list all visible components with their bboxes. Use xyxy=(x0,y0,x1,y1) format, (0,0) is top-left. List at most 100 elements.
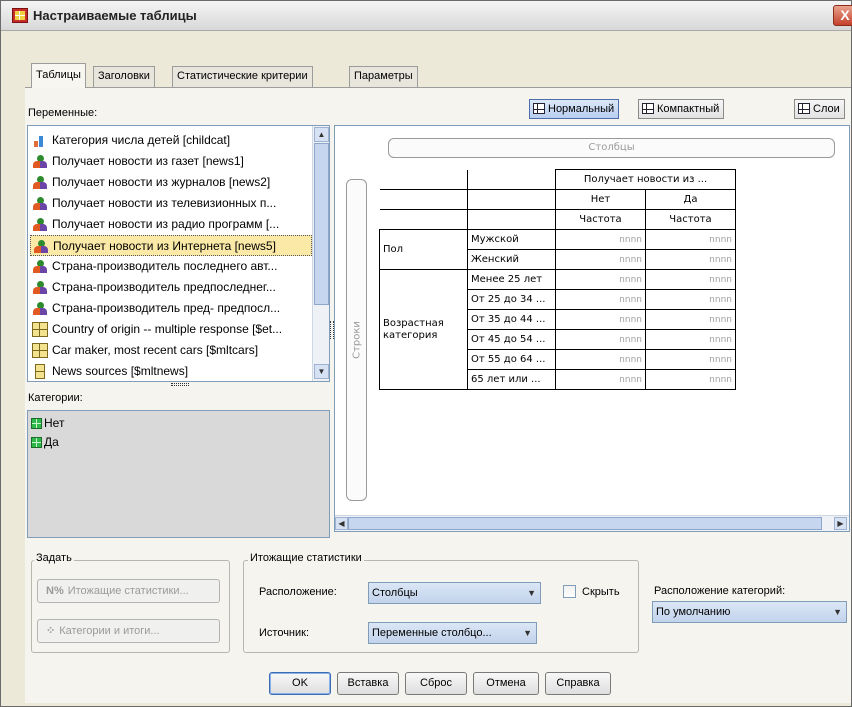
variable-item[interactable]: Страна-производитель пред- предпосл... xyxy=(30,298,312,319)
help-button[interactable]: Справка xyxy=(545,672,611,695)
categories-totals-icon: ⁘ xyxy=(46,625,56,637)
row-variable-header[interactable]: Возрастная категория xyxy=(379,269,468,390)
variable-label: Country of origin -- multiple response [… xyxy=(52,322,283,336)
table-cell: nnnn xyxy=(555,309,646,330)
hide-checkbox[interactable] xyxy=(563,585,576,598)
source-value: Переменные столбцо... xyxy=(372,627,492,639)
row-category-header[interactable]: От 45 до 54 ... xyxy=(467,329,556,350)
tab-tables[interactable]: Таблицы xyxy=(31,63,86,88)
summary-statistics-label: Итожащие статистики... xyxy=(67,585,189,597)
statistic-header[interactable]: Частота xyxy=(555,209,646,230)
tab-titles[interactable]: Заголовки xyxy=(93,66,155,87)
variable-item[interactable]: Car maker, most recent cars [$mltcars] xyxy=(30,340,312,361)
position-dropdown[interactable]: Столбцы ▼ xyxy=(368,582,541,604)
window-title: Настраиваемые таблицы xyxy=(33,8,197,23)
variables-label: Переменные: xyxy=(28,107,98,119)
source-dropdown[interactable]: Переменные столбцо... ▼ xyxy=(368,622,537,644)
scroll-thumb[interactable] xyxy=(314,143,329,305)
scroll-right-icon[interactable]: ▶ xyxy=(834,517,847,530)
rows-drop-zone[interactable]: Строки xyxy=(346,179,367,501)
table-corner xyxy=(467,209,556,230)
variable-label: Страна-производитель предпоследнег... xyxy=(52,280,276,294)
multiple-response-icon xyxy=(32,322,48,337)
variables-list[interactable]: Категория числа детей [childcat] Получае… xyxy=(27,125,330,382)
scroll-left-icon[interactable]: ◀ xyxy=(335,517,348,530)
category-label: Нет xyxy=(44,416,65,430)
scroll-thumb[interactable] xyxy=(348,517,822,530)
variable-item[interactable]: Получает новости из телевизионных п... xyxy=(30,193,312,214)
categories-label: Категории: xyxy=(28,392,83,404)
columns-drop-zone[interactable]: Столбцы xyxy=(388,138,835,158)
normal-view-button[interactable]: Нормальный xyxy=(529,99,620,119)
category-item[interactable]: Да xyxy=(29,433,328,452)
row-category-header[interactable]: От 25 до 34 ... xyxy=(467,289,556,310)
row-category-header[interactable]: От 55 до 64 ... xyxy=(467,349,556,370)
variable-item[interactable]: Получает новости из газет [news1] xyxy=(30,151,312,172)
variable-item[interactable]: Country of origin -- multiple response [… xyxy=(30,319,312,340)
category-item[interactable]: Нет xyxy=(29,414,328,433)
table-cell: nnnn xyxy=(645,269,736,290)
categories-totals-label: Категории и итоги... xyxy=(59,625,160,637)
category-position-label: Расположение категорий: xyxy=(654,585,786,597)
nominal-person-icon xyxy=(32,154,48,169)
category-position-dropdown[interactable]: По умолчанию ▼ xyxy=(652,601,847,623)
column-variable-header[interactable]: Получает новости из ... xyxy=(555,169,736,190)
categories-totals-button[interactable]: ⁘ Категории и итоги... xyxy=(37,619,220,643)
variable-label: Получает новости из радио программ [... xyxy=(52,217,280,231)
summary-statistics-button[interactable]: N% Итожащие статистики... xyxy=(37,579,220,603)
paste-button[interactable]: Вставка xyxy=(337,672,399,695)
row-category-header[interactable]: Женский xyxy=(467,249,556,270)
table-corner xyxy=(379,169,468,190)
variable-label: Страна-производитель пред- предпосл... xyxy=(52,301,281,315)
column-category-header[interactable]: Нет xyxy=(555,189,646,210)
table-corner xyxy=(467,189,556,210)
variable-item[interactable]: Категория числа детей [childcat] xyxy=(30,130,312,151)
summary-statistics-group-title: Итожащие статистики xyxy=(248,552,364,564)
variable-item[interactable]: Страна-производитель последнего авт... xyxy=(30,256,312,277)
variable-item[interactable]: Получает новости из журналов [news2] xyxy=(30,172,312,193)
categories-list[interactable]: Нет Да xyxy=(27,410,330,538)
column-category-header[interactable]: Да xyxy=(645,189,736,210)
horizontal-splitter-handle[interactable] xyxy=(171,383,189,386)
summary-stats-icon: N% xyxy=(46,585,64,597)
variable-item-selected[interactable]: Получает новости из Интернета [news5] xyxy=(30,235,312,256)
variable-label: Получает новости из Интернета [news5] xyxy=(53,239,276,253)
source-label: Источник: xyxy=(259,627,310,639)
variable-label: News sources [$mltnews] xyxy=(52,364,189,378)
compact-view-button[interactable]: Компактный xyxy=(638,99,725,119)
tab-options[interactable]: Параметры xyxy=(349,66,418,87)
cancel-button[interactable]: Отмена xyxy=(473,672,539,695)
nominal-person-icon xyxy=(32,280,48,295)
nominal-person-icon xyxy=(32,196,48,211)
multiple-response-icon xyxy=(32,343,48,358)
row-category-header[interactable]: От 35 до 44 ... xyxy=(467,309,556,330)
chevron-down-icon: ▼ xyxy=(527,588,536,598)
tab-test-statistics[interactable]: Статистические критерии xyxy=(172,66,313,87)
statistic-header[interactable]: Частота xyxy=(645,209,736,230)
position-value: Столбцы xyxy=(372,587,418,599)
table-corner xyxy=(379,209,468,230)
variable-item[interactable]: Получает новости из радио программ [... xyxy=(30,214,312,235)
table-corner xyxy=(379,189,468,210)
row-category-header[interactable]: 65 лет или ... xyxy=(467,369,556,390)
close-button[interactable]: X xyxy=(833,5,852,26)
nominal-person-icon xyxy=(32,217,48,232)
normal-view-label: Нормальный xyxy=(548,103,615,115)
nominal-person-icon xyxy=(33,239,49,254)
row-category-header[interactable]: Менее 25 лет xyxy=(467,269,556,290)
layers-button[interactable]: Слои xyxy=(794,99,845,119)
variables-scrollbar[interactable]: ▲ ▼ xyxy=(312,126,329,381)
ok-button[interactable]: OK xyxy=(269,672,331,695)
canvas-horizontal-scrollbar[interactable]: ◀ ▶ xyxy=(335,515,849,531)
table-cell: nnnn xyxy=(555,349,646,370)
scroll-up-icon[interactable]: ▲ xyxy=(314,127,329,142)
variable-item[interactable]: Страна-производитель предпоследнег... xyxy=(30,277,312,298)
ordinal-bar-icon xyxy=(32,133,48,148)
table-cell: nnnn xyxy=(555,369,646,390)
scroll-down-icon[interactable]: ▼ xyxy=(314,364,329,379)
row-category-header[interactable]: Мужской xyxy=(467,229,556,250)
table-cell: nnnn xyxy=(555,329,646,350)
variable-item[interactable]: News sources [$mltnews] xyxy=(30,361,312,381)
row-variable-header[interactable]: Пол xyxy=(379,229,468,270)
reset-button[interactable]: Сброс xyxy=(405,672,467,695)
